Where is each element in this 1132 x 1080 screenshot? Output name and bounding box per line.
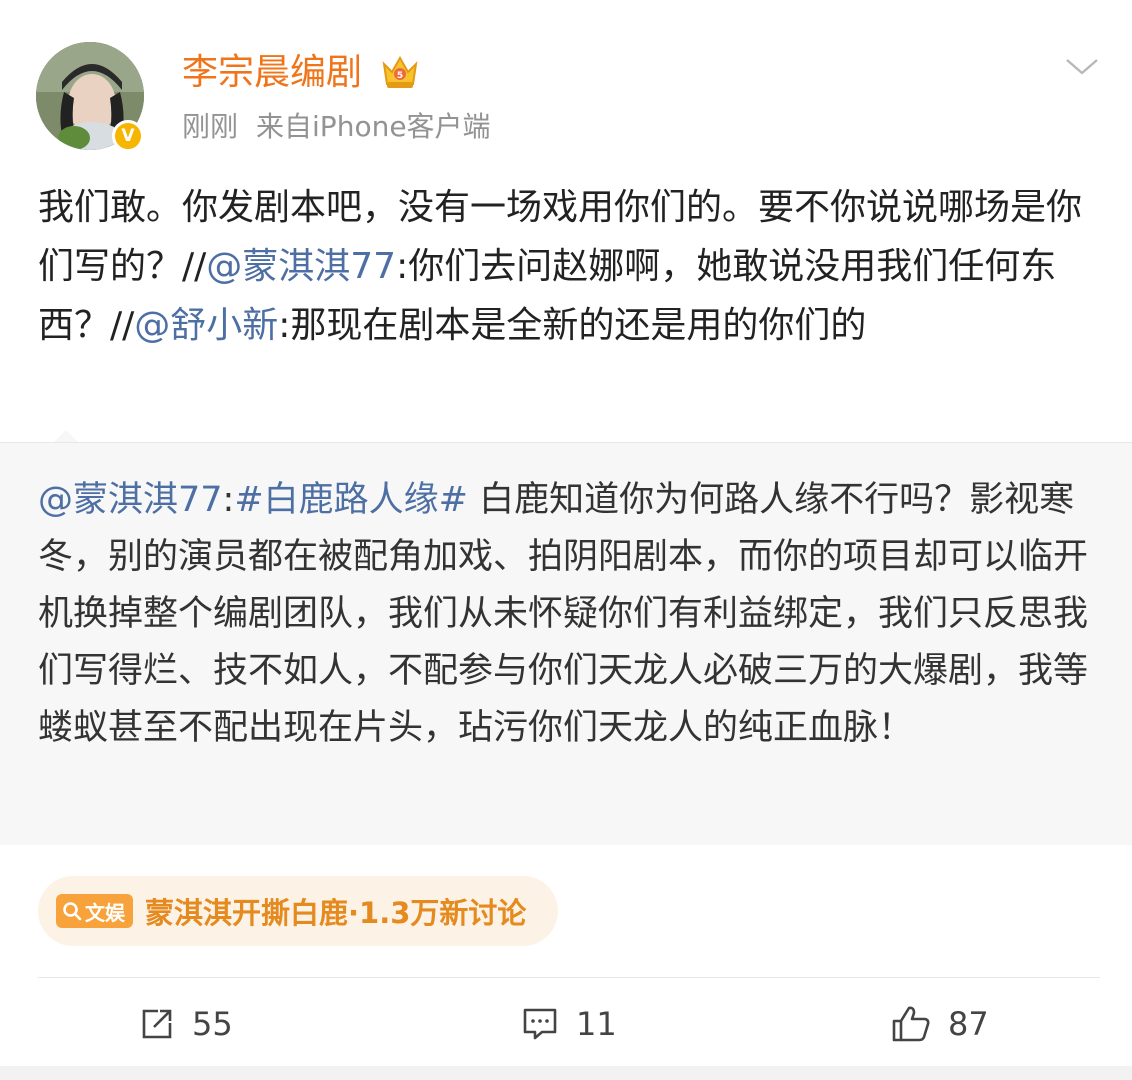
comment-button[interactable]: 11	[520, 1000, 617, 1048]
crown-icon: 5	[382, 55, 418, 88]
topic-text: 蒙淇淇开撕白鹿·1.3万新讨论	[145, 896, 527, 930]
topic-pill[interactable]: 文娱 蒙淇淇开撕白鹿·1.3万新讨论	[38, 876, 559, 946]
repost-content: @蒙淇淇77:#白鹿路人缘# 白鹿知道你为何路人缘不行吗？影视寒冬，别的演员都在…	[38, 472, 1098, 757]
share-button[interactable]: 55	[138, 1000, 233, 1048]
search-icon	[63, 902, 82, 921]
topic-badge-label: 文娱	[85, 900, 125, 925]
mention-link[interactable]: #白鹿路人缘#	[234, 480, 468, 520]
like-icon	[892, 1006, 930, 1042]
weibo-post-card: V 李宗晨编剧 5 刚刚 来自iPhone客户端 我们敢。你发剧本吧，没有一场戏用…	[0, 0, 1132, 1066]
repost-pointer	[54, 430, 78, 442]
divider	[38, 977, 1100, 978]
chevron-down-icon[interactable]	[1064, 54, 1100, 78]
like-button[interactable]: 87	[890, 1000, 989, 1048]
mention-link[interactable]: @蒙淇淇77	[206, 246, 396, 287]
post-time: 刚刚	[182, 110, 239, 143]
username[interactable]: 李宗晨编剧	[182, 50, 362, 96]
verified-badge-icon: V	[112, 120, 144, 152]
mention-link[interactable]: @蒙淇淇77	[38, 480, 223, 520]
share-icon	[142, 1009, 172, 1039]
svg-text:5: 5	[397, 71, 403, 81]
like-count: 87	[948, 1005, 989, 1043]
comment-icon	[523, 1008, 557, 1040]
post-client: iPhone客户端	[312, 110, 491, 143]
text-segment: :	[222, 480, 235, 520]
mention-link[interactable]: @舒小新	[134, 305, 278, 346]
share-count: 55	[192, 1005, 233, 1043]
topic-badge: 文娱	[56, 894, 133, 928]
post-meta: 刚刚 来自iPhone客户端	[182, 108, 491, 146]
post-content: 我们敢。你发剧本吧，没有一场戏用你们的。要不你说说哪场是你们写的？//@蒙淇淇7…	[38, 178, 1098, 355]
text-segment: 白鹿知道你为何路人缘不行吗？影视寒冬，别的演员都在被配角加戏、拍阴阳剧本，而你的…	[38, 480, 1089, 748]
text-segment: :那现在剧本是全新的还是用的你们的	[278, 305, 867, 346]
comment-count: 11	[576, 1005, 617, 1043]
post-source-label: 来自	[256, 110, 313, 143]
